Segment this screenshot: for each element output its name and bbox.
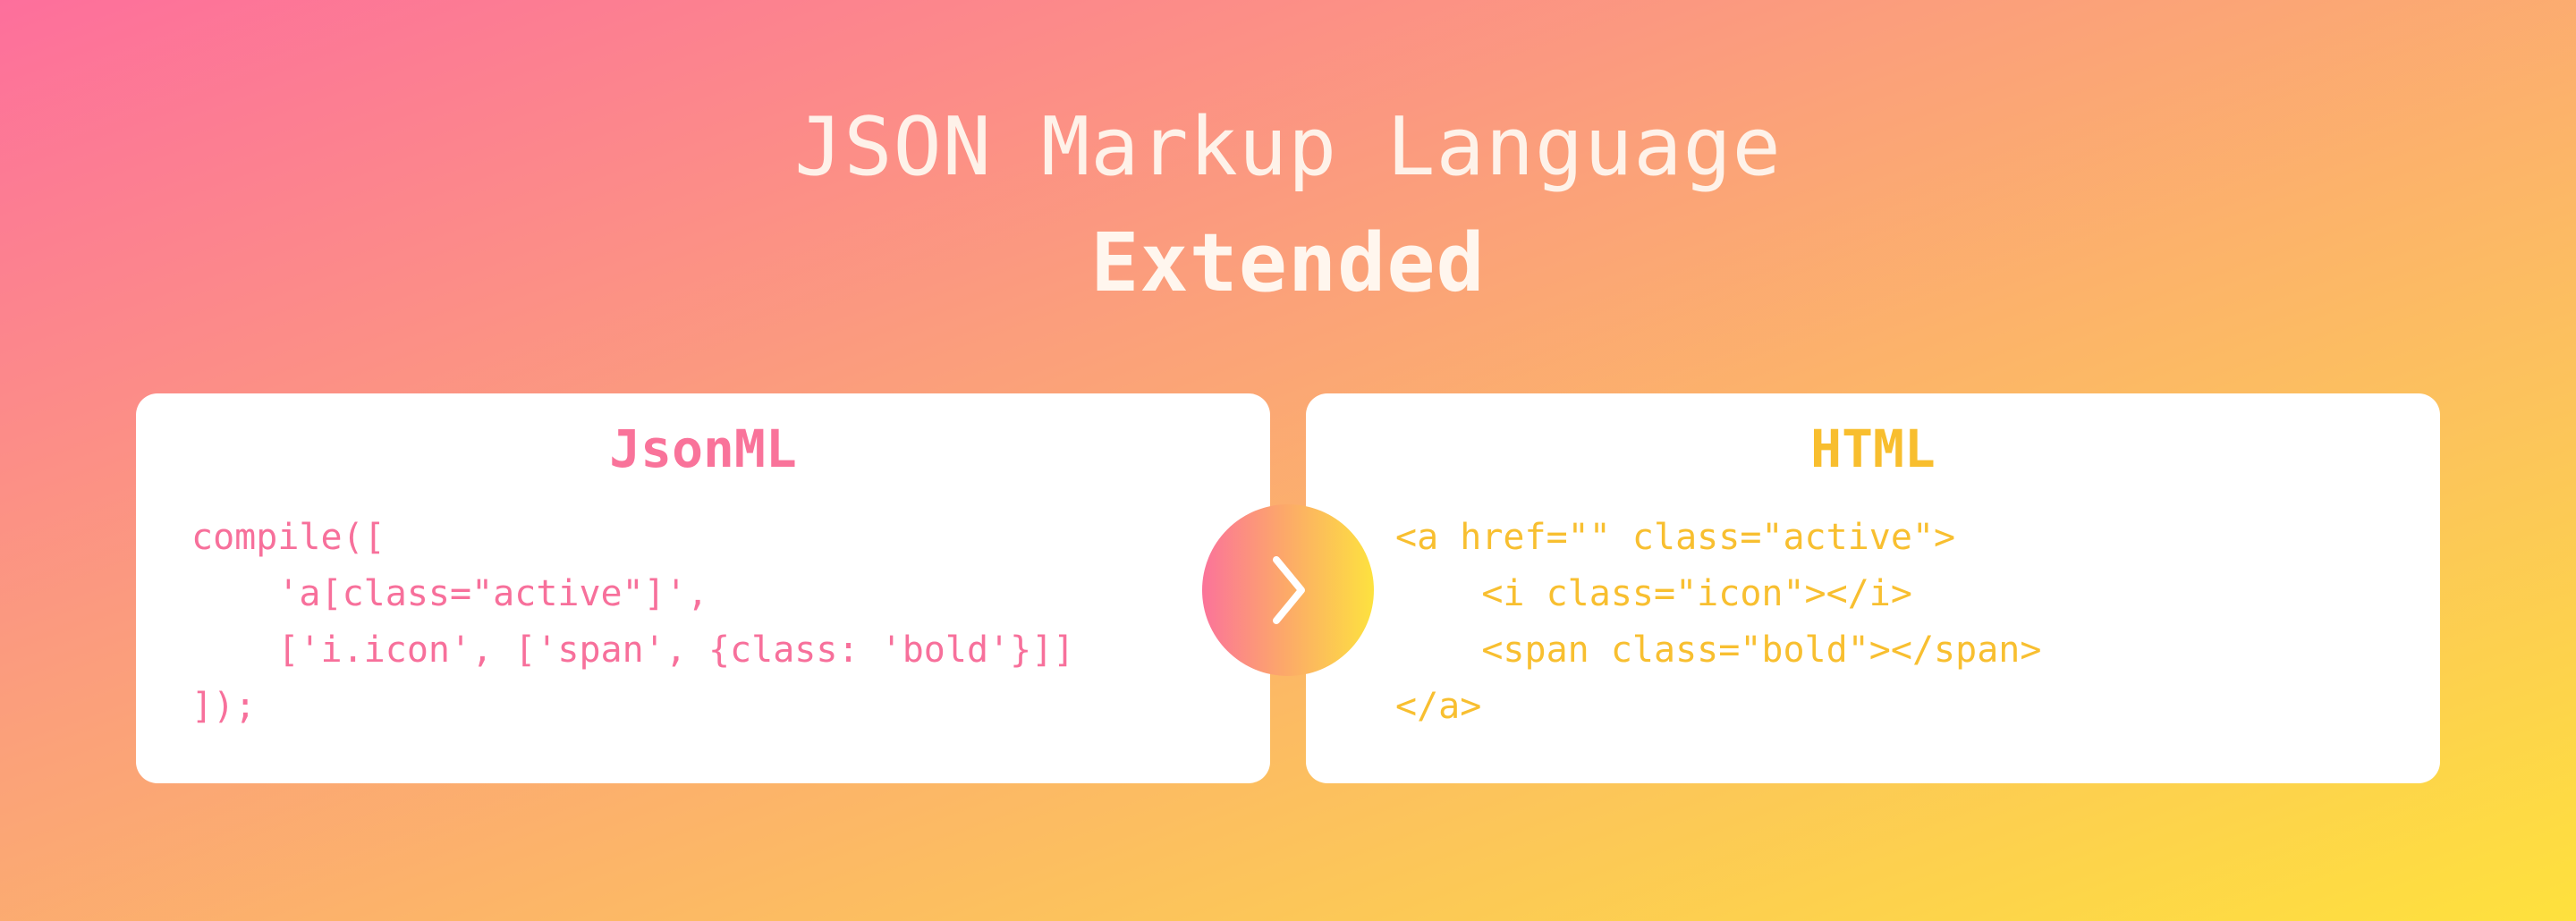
code-line: <span class="bold"></span> (1395, 629, 2042, 671)
chevron-right-icon (1273, 556, 1305, 624)
code-line: </a> (1395, 686, 1482, 727)
page-subtitle: Extended (1090, 216, 1486, 310)
code-line: <i class="icon"></i> (1395, 573, 1912, 614)
hero-header: JSON Markup Language Extended (0, 0, 2576, 393)
jsonml-title: JsonML (609, 418, 797, 479)
html-title: HTML (1810, 418, 1936, 479)
code-line: <a href="" class="active"> (1395, 517, 1956, 558)
html-card: HTML <a href="" class="active"> <i class… (1306, 393, 2440, 783)
jsonml-code-block: compile([ 'a[class="active"]', ['i.icon'… (191, 510, 1074, 735)
code-line: ['i.icon', ['span', {class: 'bold'}]] (191, 629, 1075, 671)
jsonml-card: JsonML compile([ 'a[class="active"]', ['… (136, 393, 1270, 783)
code-line: ]); (191, 686, 257, 727)
code-line: 'a[class="active"]', (191, 573, 708, 614)
page-title: JSON Markup Language (794, 100, 1782, 194)
convert-arrow-button[interactable] (1202, 504, 1374, 676)
code-line: compile([ (191, 517, 386, 558)
html-code-block: <a href="" class="active"> <i class="ico… (1395, 510, 2041, 735)
